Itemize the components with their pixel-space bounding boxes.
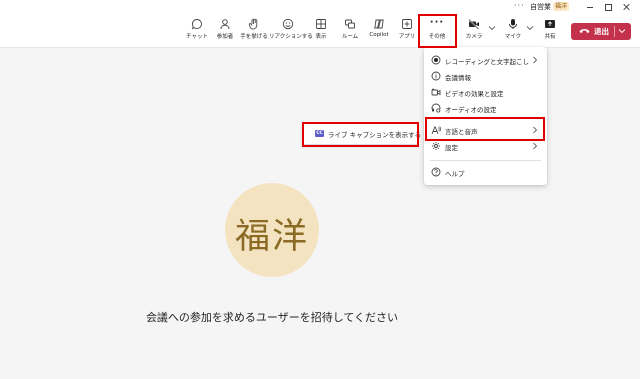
people-label: 参加者: [216, 34, 234, 40]
reactions-button[interactable]: リアクションする: [269, 17, 313, 45]
microphone-icon: [509, 19, 517, 29]
rooms-button[interactable]: ルーム: [339, 17, 361, 45]
menu-item-label: 言語と音声: [445, 128, 478, 136]
apps-label: アプリ: [398, 34, 416, 40]
chat-button[interactable]: チャット: [185, 17, 209, 45]
view-button[interactable]: 表示: [311, 17, 331, 45]
title-bar: ··· 自営業 福洋: [0, 0, 640, 14]
share-button[interactable]: 共有: [541, 17, 559, 45]
org-name: 自営業: [530, 3, 551, 11]
restore-button[interactable]: [602, 1, 614, 12]
menu-item-help[interactable]: ヘルプ: [424, 164, 547, 180]
camera-label: カメラ: [465, 34, 483, 40]
audio-settings-icon: [431, 103, 441, 113]
menu-item-label: レコーディングと文字起こし: [445, 58, 530, 66]
menu-divider: [430, 118, 541, 119]
menu-item-audio-settings[interactable]: オーディオの設定: [424, 100, 547, 116]
show-live-captions-option[interactable]: ライブ キャプションを表示する: [328, 129, 421, 139]
chat-label: チャット: [186, 34, 208, 40]
apps-button[interactable]: アプリ: [397, 17, 417, 45]
leave-divider: [614, 26, 615, 37]
mic-button[interactable]: マイク: [504, 17, 522, 45]
chevron-right-icon: [533, 126, 538, 134]
view-label: 表示: [315, 34, 327, 40]
rooms-label: ルーム: [341, 34, 359, 40]
menu-item-label: ビデオの効果と設定: [445, 90, 504, 98]
menu-item-settings[interactable]: 設定: [424, 138, 547, 154]
camera-button[interactable]: カメラ: [464, 17, 484, 45]
account-badge[interactable]: 福洋: [553, 2, 570, 11]
menu-item-label: オーディオの設定: [445, 106, 497, 114]
grid-view-icon: [316, 19, 326, 29]
people-button[interactable]: 参加者: [213, 17, 237, 45]
copilot-icon: [374, 19, 384, 29]
raise-hand-button[interactable]: 手を挙げる: [240, 17, 268, 45]
menu-item-label: ヘルプ: [445, 170, 465, 178]
info-icon: [431, 71, 441, 81]
mic-options-chevron-icon[interactable]: [526, 25, 534, 31]
share-screen-icon: [545, 20, 555, 28]
menu-item-label: 設定: [445, 144, 458, 152]
record-icon: [431, 55, 441, 65]
menu-item-meeting-info[interactable]: 会議情報: [424, 68, 547, 84]
more-label: その他: [428, 34, 446, 40]
menu-item-language-speech[interactable]: 言語と音声: [424, 122, 547, 138]
teams-meeting-window: ··· 自営業 福洋 チャット 参加者 手を挙げる リアクションする 表示 ルー…: [0, 0, 640, 379]
more-options-menu: レコーディングと文字起こし 会議情報 ビデオの効果と設定 オーディオの設定 言語…: [424, 47, 547, 185]
language-speech-icon: [431, 126, 441, 135]
hand-icon: [248, 18, 258, 30]
title-more-button[interactable]: ···: [514, 1, 525, 10]
more-dots-icon: ···: [429, 17, 445, 28]
share-label: 共有: [544, 34, 556, 40]
camera-off-icon: [468, 19, 479, 30]
language-speech-submenu: CC ライブ キャプションを表示する: [303, 124, 421, 144]
breakout-rooms-icon: [345, 19, 355, 29]
menu-item-recording-transcription[interactable]: レコーディングと文字起こし: [424, 52, 547, 68]
chevron-right-icon: [533, 56, 538, 64]
add-apps-icon: [402, 19, 412, 29]
help-icon: [431, 167, 441, 177]
closed-captions-icon: CC: [315, 130, 324, 137]
participant-avatar: 福洋: [225, 183, 319, 277]
avatar-initials: 福洋: [234, 217, 309, 257]
copilot-label: Copilot: [369, 32, 389, 38]
leave-options-chevron-icon[interactable]: [618, 28, 626, 34]
reactions-label: リアクションする: [269, 34, 313, 40]
meeting-toolbar: チャット 参加者 手を挙げる リアクションする 表示 ルーム Copilot ア…: [0, 14, 640, 48]
raise-hand-label: 手を挙げる: [240, 34, 268, 40]
menu-item-video-effects[interactable]: ビデオの効果と設定: [424, 84, 547, 100]
menu-item-label: 会議情報: [445, 74, 471, 82]
menu-divider: [430, 160, 541, 161]
video-effects-icon: [431, 88, 441, 96]
copilot-button[interactable]: Copilot: [366, 17, 392, 45]
more-button[interactable]: ··· その他: [422, 17, 452, 45]
camera-options-chevron-icon[interactable]: [488, 25, 496, 31]
smiley-icon: [282, 18, 294, 30]
mic-label: マイク: [504, 34, 522, 40]
people-icon: [220, 19, 230, 30]
chevron-right-icon: [533, 142, 538, 150]
close-window-button[interactable]: [620, 1, 632, 12]
hang-up-icon: [579, 29, 590, 33]
minimize-button[interactable]: [584, 1, 596, 12]
invite-prompt: 会議への参加を求めるユーザーを招待してください: [145, 311, 399, 324]
leave-button[interactable]: 退出: [571, 23, 631, 40]
leave-label: 退出: [594, 27, 609, 36]
chat-icon: [191, 19, 202, 30]
gear-icon: [432, 142, 440, 150]
